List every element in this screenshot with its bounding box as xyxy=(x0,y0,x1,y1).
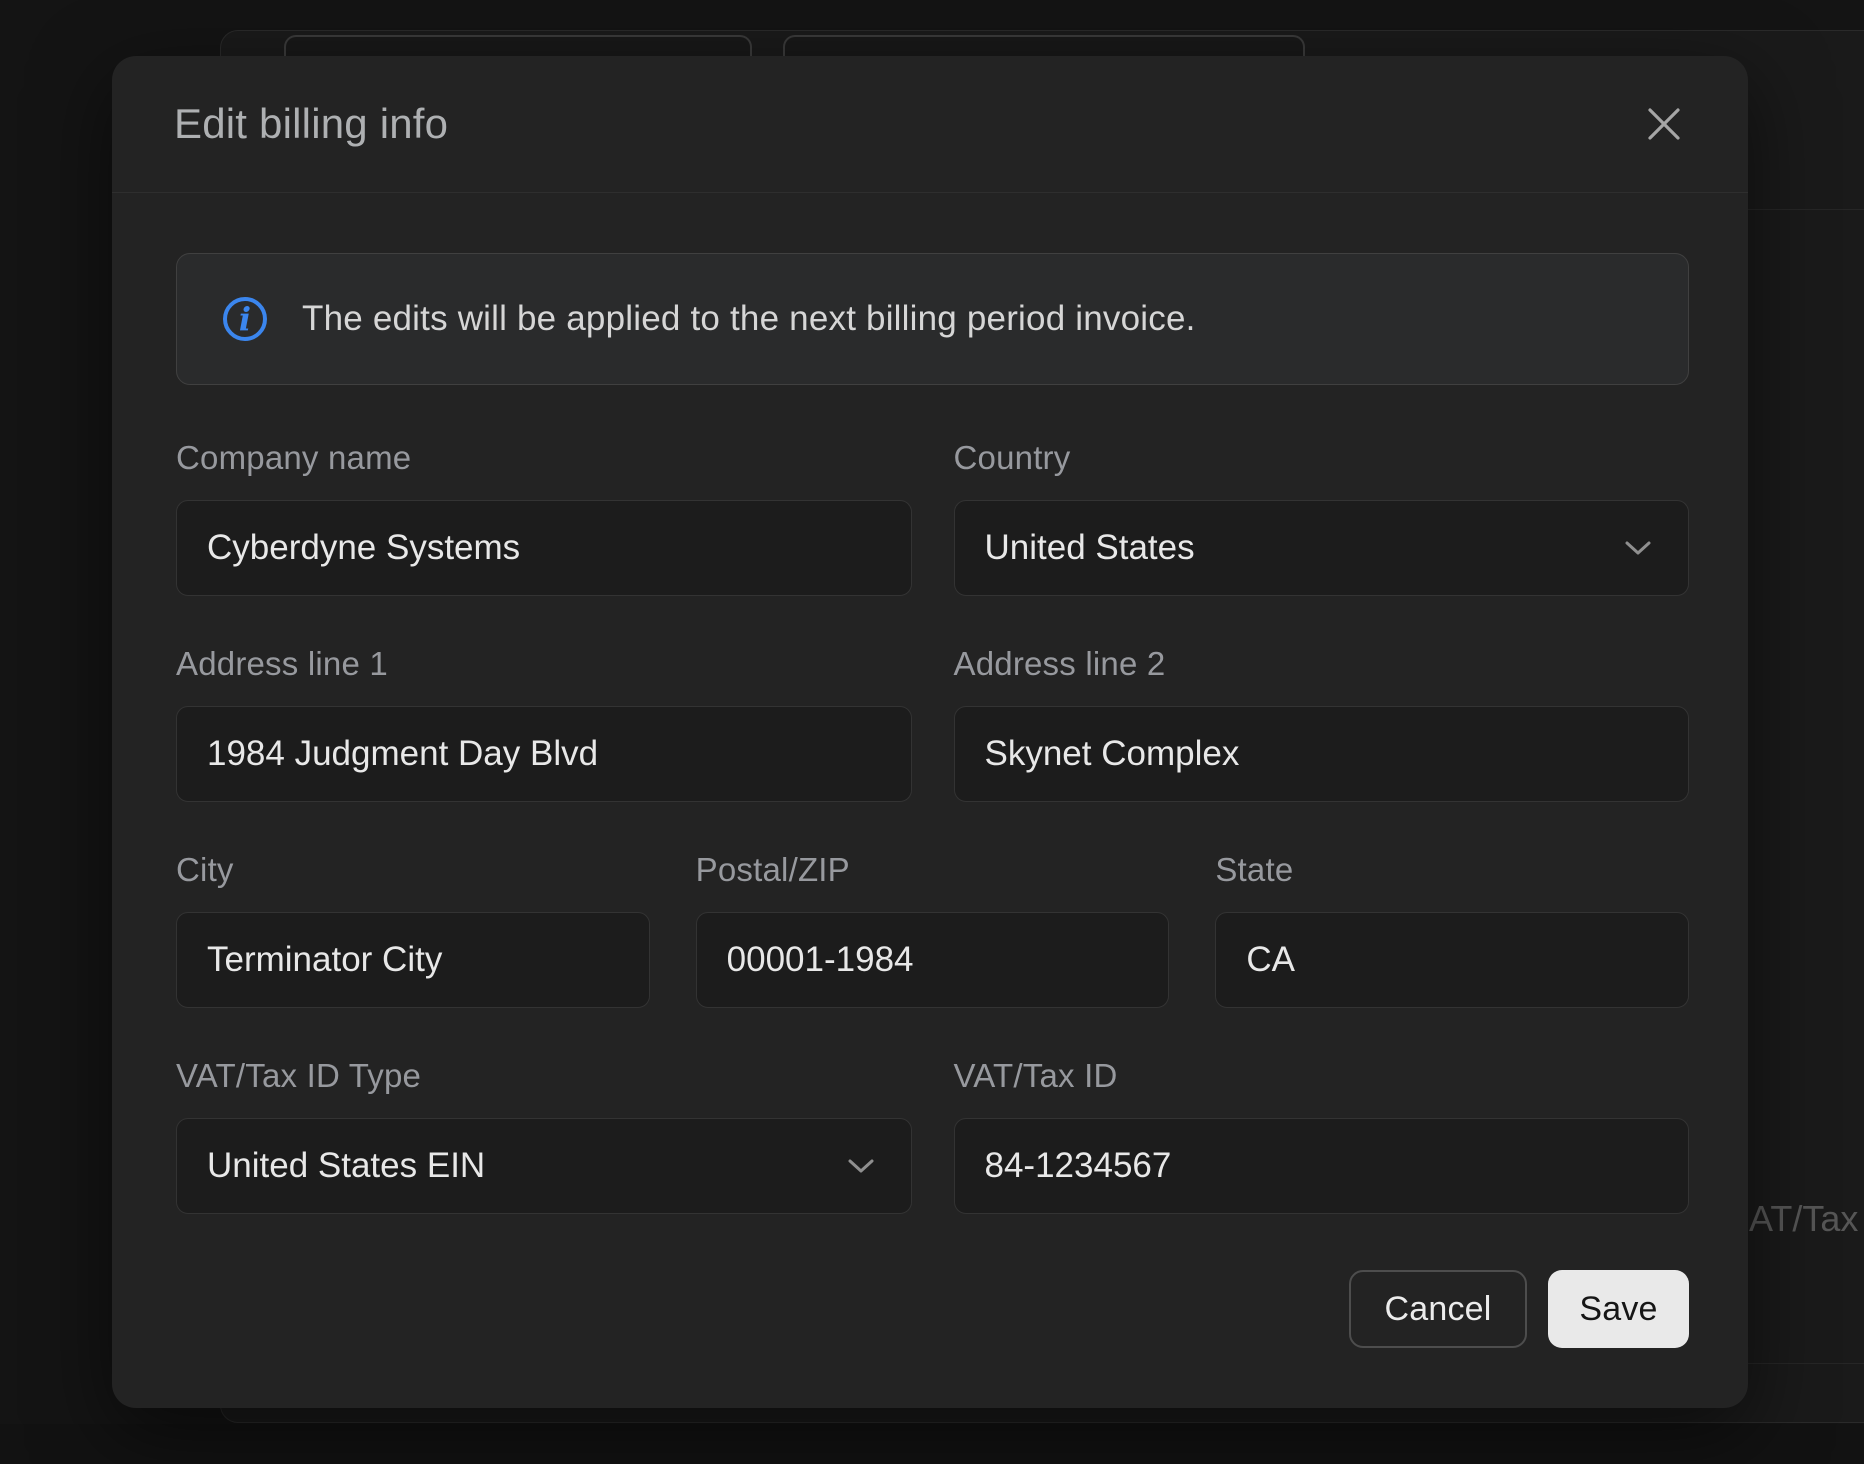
dialog-footer: Cancel Save xyxy=(176,1270,1689,1348)
vat-tax-id-input[interactable] xyxy=(954,1118,1690,1214)
cancel-button[interactable]: Cancel xyxy=(1349,1270,1527,1348)
dialog-header: Edit billing info xyxy=(112,56,1748,193)
city-input[interactable] xyxy=(176,912,650,1008)
company-name-label: Company name xyxy=(176,440,912,476)
address-line-2-label: Address line 2 xyxy=(954,646,1690,682)
address-line-1-input[interactable] xyxy=(176,706,912,802)
background-bottom-strip xyxy=(0,1424,1864,1464)
info-icon: i xyxy=(221,295,269,343)
close-button[interactable] xyxy=(1638,98,1690,150)
form-row: City Postal/ZIP State xyxy=(176,852,1689,1008)
address-line-2-input[interactable] xyxy=(954,706,1690,802)
field-address-line-1: Address line 1 xyxy=(176,646,912,802)
company-name-input[interactable] xyxy=(176,500,912,596)
save-button[interactable]: Save xyxy=(1548,1270,1689,1348)
state-label: State xyxy=(1215,852,1689,888)
field-postal-zip: Postal/ZIP xyxy=(696,852,1170,1008)
field-address-line-2: Address line 2 xyxy=(954,646,1690,802)
info-banner: i The edits will be applied to the next … xyxy=(176,253,1689,385)
postal-zip-label: Postal/ZIP xyxy=(696,852,1170,888)
field-state: State xyxy=(1215,852,1689,1008)
vat-tax-id-label: VAT/Tax ID xyxy=(954,1058,1690,1094)
state-input[interactable] xyxy=(1215,912,1689,1008)
address-line-1-label: Address line 1 xyxy=(176,646,912,682)
field-country: Country United States xyxy=(954,440,1690,596)
field-vat-tax-id: VAT/Tax ID xyxy=(954,1058,1690,1214)
country-label: Country xyxy=(954,440,1690,476)
field-vat-tax-id-type: VAT/Tax ID Type United States EIN xyxy=(176,1058,912,1214)
edit-billing-info-dialog: Edit billing info i The edits will be ap… xyxy=(112,56,1748,1408)
dialog-title: Edit billing info xyxy=(174,100,1638,148)
field-city: City xyxy=(176,852,650,1008)
svg-text:i: i xyxy=(239,300,251,338)
form-row: VAT/Tax ID Type United States EIN VAT/Ta… xyxy=(176,1058,1689,1214)
form-row: Address line 1 Address line 2 xyxy=(176,646,1689,802)
vat-tax-id-type-label: VAT/Tax ID Type xyxy=(176,1058,912,1094)
vat-tax-id-type-select[interactable]: United States EIN xyxy=(176,1118,912,1214)
form-row: Company name Country United States xyxy=(176,440,1689,596)
postal-zip-input[interactable] xyxy=(696,912,1170,1008)
chevron-down-icon xyxy=(1624,539,1652,557)
info-banner-text: The edits will be applied to the next bi… xyxy=(302,299,1196,339)
chevron-down-icon xyxy=(847,1157,875,1175)
city-label: City xyxy=(176,852,650,888)
country-select-value: United States xyxy=(985,528,1195,568)
field-company-name: Company name xyxy=(176,440,912,596)
screen: AT/Tax Edit billing info i The edits wil… xyxy=(0,0,1864,1464)
x-icon xyxy=(1646,106,1682,142)
vat-tax-id-type-select-value: United States EIN xyxy=(207,1146,485,1186)
dialog-body: i The edits will be applied to the next … xyxy=(112,253,1748,1348)
background-partial-label: AT/Tax xyxy=(1749,1198,1858,1240)
country-select[interactable]: United States xyxy=(954,500,1690,596)
